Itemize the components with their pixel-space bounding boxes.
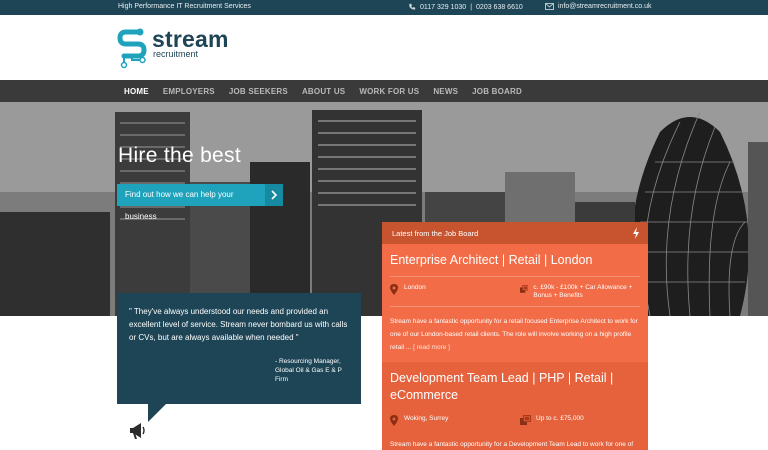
job-location-text: Woking, Surrey [404, 415, 449, 422]
job-meta: London c. £90k - £100k + Car Allowance +… [390, 277, 640, 307]
job-location: Woking, Surrey [390, 415, 448, 426]
testimonial-attribution: - Resourcing Manager, Global Oil & Gas E… [275, 358, 342, 383]
job-location-text: London [404, 284, 426, 291]
phone-separator: | [470, 3, 473, 11]
phone-link-1[interactable]: 0117 329 1030 [420, 4, 466, 11]
hero-cta-button[interactable]: Find out how we can help your business [117, 184, 283, 221]
job-location: London [390, 284, 426, 295]
megaphone-icon [130, 423, 145, 439]
nav-item-about-us[interactable]: ABOUT US [302, 87, 345, 96]
stream-logo-mark-icon [117, 28, 147, 69]
money-icon [520, 285, 529, 293]
main-nav: HOME EMPLOYERS JOB SEEKERS ABOUT US WORK… [0, 80, 768, 102]
nav-item-employers[interactable]: EMPLOYERS [163, 87, 215, 96]
testimonial-quote: " They've always understood our needs an… [129, 307, 348, 342]
job-salary: c. £90k - £100k + Car Allowance + Bonus … [520, 284, 648, 300]
site-header: stream recruitment [0, 15, 768, 80]
job-listing[interactable]: Enterprise Architect | Retail | London L… [382, 244, 648, 362]
job-salary-text: c. £90k - £100k + Car Allowance + Bonus … [533, 284, 633, 299]
arrow-right-icon [265, 184, 283, 206]
testimonial-box: " They've always understood our needs an… [117, 293, 361, 404]
job-board-panel: Latest from the Job Board Enterprise Arc… [382, 222, 648, 450]
job-listing[interactable]: Development Team Lead | PHP | Retail | e… [382, 362, 648, 450]
nav-item-news[interactable]: NEWS [433, 87, 458, 96]
email-contact: info@streamrecruitment.co.uk [545, 3, 651, 10]
email-icon [545, 3, 554, 10]
nav-item-job-board[interactable]: JOB BOARD [472, 87, 522, 96]
nav-item-work-for-us[interactable]: WORK FOR US [359, 87, 419, 96]
top-bar: High Performance IT Recruitment Services… [0, 0, 768, 15]
phone-icon [409, 3, 416, 10]
job-description-text: Stream have a fantastic opportunity for … [390, 441, 634, 448]
money-icon [520, 415, 531, 425]
lightning-icon [633, 227, 639, 239]
map-pin-icon [390, 284, 398, 295]
job-board-heading: Latest from the Job Board [392, 228, 479, 238]
testimonial-tail [148, 404, 166, 422]
hero-cta-label: Find out how we can help your business [117, 184, 265, 221]
job-description: Stream have a fantastic opportunity for … [390, 430, 640, 450]
nav-item-home[interactable]: HOME [124, 87, 149, 96]
tagline: High Performance IT Recruitment Services [118, 3, 251, 10]
job-board-header: Latest from the Job Board [382, 222, 648, 244]
nav-item-job-seekers[interactable]: JOB SEEKERS [229, 87, 288, 96]
map-pin-icon [390, 415, 398, 426]
job-salary: Up to c. £75,000 [520, 415, 648, 425]
job-meta: Woking, Surrey Up to c. £75,000 [390, 408, 640, 430]
email-link[interactable]: info@streamrecruitment.co.uk [558, 3, 651, 10]
job-salary-text: Up to c. £75,000 [536, 415, 584, 422]
hero-title: Hire the best [118, 144, 241, 167]
stream-logo[interactable]: stream recruitment [116, 26, 229, 72]
job-title[interactable]: Enterprise Architect | Retail | London [390, 244, 640, 277]
logo-wordmark: stream [152, 26, 229, 52]
phone-numbers: 0117 329 1030 | 0203 638 6610 [408, 3, 523, 11]
job-title[interactable]: Development Team Lead | PHP | Retail | e… [390, 362, 640, 408]
job-description: Stream have a fantastic opportunity for … [390, 307, 640, 362]
phone-link-2[interactable]: 0203 638 6610 [476, 4, 523, 11]
read-more-link[interactable]: [ read more ] [413, 344, 450, 351]
